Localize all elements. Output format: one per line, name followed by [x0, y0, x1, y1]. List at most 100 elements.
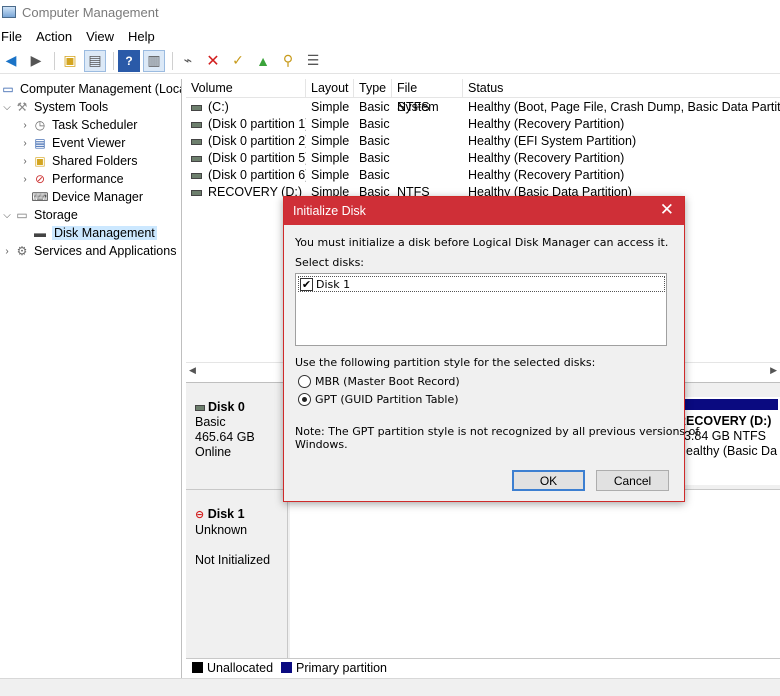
menu-action[interactable]: Action — [29, 29, 79, 44]
initialize-disk-dialog: Initialize Disk ✕ You must initialize a … — [283, 196, 699, 502]
search-icon[interactable]: ⚲ — [277, 50, 299, 72]
type-cell: Basic — [359, 168, 390, 182]
disk-item-label: Disk 1 — [316, 277, 351, 291]
list-view-icon[interactable]: ☰ — [302, 50, 324, 72]
tree-label: Shared Folders — [52, 154, 138, 168]
disk-1-label[interactable]: ⊖ Disk 1 Unknown Not Initialized — [186, 489, 288, 659]
layout-cell: Simple — [311, 151, 350, 165]
up-icon[interactable]: ▲ — [252, 50, 274, 72]
volume-cell: (Disk 0 partition 5) — [186, 150, 306, 167]
type-cell: Basic — [359, 100, 390, 114]
navigation-tree: ▭ Computer Management (Local ⌵ ⚒ System … — [0, 79, 182, 696]
event-viewer-icon: ▤ — [34, 136, 46, 150]
chevron-down-icon[interactable]: ⌵ — [0, 210, 14, 221]
disk-1-checkbox[interactable]: ✔ — [300, 277, 313, 291]
column-type[interactable]: Type — [354, 79, 392, 97]
dialog-title: Initialize Disk — [293, 204, 366, 218]
disk-error-icon: ⊖ — [195, 509, 205, 521]
menu-file[interactable]: File — [0, 29, 29, 44]
table-row[interactable]: (Disk 0 partition 2) Simple Basic Health… — [186, 133, 780, 150]
chevron-right-icon[interactable]: › — [18, 138, 32, 149]
clock-icon: ◷ — [34, 118, 46, 132]
column-file-system[interactable]: File System — [392, 79, 463, 114]
tree-item-event-viewer[interactable]: › ▤ Event Viewer — [18, 134, 125, 152]
column-layout[interactable]: Layout — [306, 79, 354, 97]
column-volume[interactable]: Volume — [186, 79, 306, 97]
tree-item-services-and-applications[interactable]: › ⚙ Services and Applications — [0, 242, 176, 260]
legend-unallocated: Unallocated — [207, 660, 274, 675]
disk-0-label[interactable]: Disk 0 Basic 465.64 GB Online — [186, 383, 288, 489]
volume-name: (Disk 0 partition 2) — [208, 134, 306, 148]
help-icon[interactable]: ? — [118, 49, 140, 72]
tree-label: Storage — [34, 208, 78, 222]
services-icon: ⚙ — [16, 244, 28, 258]
toolbar-separator — [172, 51, 173, 70]
toolbar-separator — [54, 51, 55, 70]
tree-item-computer-management[interactable]: ▭ Computer Management (Local — [0, 80, 182, 98]
tree-item-device-manager[interactable]: ⌨ Device Manager — [31, 188, 143, 206]
table-row[interactable]: (C:) Simple Basic NTFS Healthy (Boot, Pa… — [186, 99, 780, 116]
table-row[interactable]: (Disk 0 partition 6) Simple Basic Health… — [186, 167, 780, 184]
disk-1-title: ⊖ Disk 1 — [195, 507, 287, 523]
volume-cell: (Disk 0 partition 6) — [186, 167, 306, 184]
back-arrow-icon[interactable]: ◀ — [0, 50, 22, 72]
disk-listbox[interactable]: ✔ Disk 1 — [295, 273, 667, 346]
list-item[interactable]: ✔ Disk 1 — [298, 276, 665, 292]
disk-0-type: Basic — [195, 415, 226, 429]
disk-1-area[interactable] — [290, 489, 780, 659]
column-status[interactable]: Status — [463, 79, 780, 97]
scroll-right-icon[interactable]: ▶ — [770, 365, 777, 376]
drive-icon — [191, 189, 202, 196]
close-icon[interactable]: ✕ — [660, 201, 674, 219]
drive-icon — [191, 138, 202, 145]
scroll-left-icon[interactable]: ◀ — [189, 365, 196, 376]
connect-icon[interactable]: ⌁ — [177, 50, 199, 72]
tree-label: Disk Management — [52, 226, 157, 240]
disk-1-state: Not Initialized — [195, 553, 271, 567]
disk-management-icon: ▬ — [34, 226, 46, 240]
properties-icon[interactable]: ✓ — [227, 50, 249, 72]
tree-item-system-tools[interactable]: ⌵ ⚒ System Tools — [0, 98, 108, 116]
primary-partition-bar — [681, 399, 778, 410]
gpt-radio[interactable] — [298, 393, 311, 406]
tree-item-performance[interactable]: › ⊘ Performance — [18, 170, 123, 188]
tree-label: Computer Management (Local — [20, 82, 182, 96]
chevron-right-icon[interactable]: › — [18, 156, 32, 167]
cancel-button[interactable]: Cancel — [596, 470, 669, 491]
status-cell: Healthy (Recovery Partition) — [468, 168, 625, 182]
menu-view[interactable]: View — [79, 29, 121, 44]
disk-0-size: 465.64 GB — [195, 430, 255, 444]
volume-cell: (Disk 0 partition 1) — [186, 116, 306, 133]
chevron-right-icon[interactable]: › — [0, 246, 14, 257]
action-pane-icon[interactable]: ▥ — [143, 49, 165, 72]
tree-item-shared-folders[interactable]: › ▣ Shared Folders — [18, 152, 137, 170]
table-row[interactable]: (Disk 0 partition 5) Simple Basic Health… — [186, 150, 780, 167]
type-cell: Basic — [359, 117, 390, 131]
computer-icon: ▭ — [2, 82, 14, 96]
gpt-option[interactable]: GPT (GUID Partition Table) — [298, 393, 459, 406]
title-bar: Computer Management — [0, 0, 780, 24]
tree-item-storage[interactable]: ⌵ ▭ Storage — [0, 206, 78, 224]
menu-help[interactable]: Help — [121, 29, 162, 44]
chevron-right-icon[interactable]: › — [18, 174, 32, 185]
fs-cell — [392, 167, 463, 184]
mbr-radio[interactable] — [298, 375, 311, 388]
fs-cell: NTFS — [397, 100, 430, 114]
chevron-right-icon[interactable]: › — [18, 120, 32, 131]
forward-arrow-icon[interactable]: ▶ — [25, 50, 47, 72]
mbr-option[interactable]: MBR (Master Boot Record) — [298, 375, 460, 388]
delete-icon[interactable]: ✕ — [202, 50, 224, 72]
tree-label: System Tools — [34, 100, 109, 114]
tree-item-disk-management[interactable]: ▬ Disk Management — [32, 224, 157, 242]
show-hide-tree-icon[interactable]: ▤ — [84, 49, 106, 72]
gpt-note-line2: Windows. — [295, 438, 348, 451]
window-title: Computer Management — [22, 4, 159, 20]
table-row[interactable]: (Disk 0 partition 1) Simple Basic Health… — [186, 116, 780, 133]
status-cell: Healthy (EFI System Partition) — [468, 134, 637, 148]
recovery-partition[interactable]: RECOVERY (D:) 23.84 GB NTFS Healthy (Bas… — [680, 397, 780, 485]
ok-button[interactable]: OK — [512, 470, 585, 491]
tree-item-task-scheduler[interactable]: › ◷ Task Scheduler — [18, 116, 137, 134]
tree-label: Event Viewer — [52, 136, 126, 150]
up-folder-icon[interactable]: ▣ — [59, 50, 81, 72]
chevron-down-icon[interactable]: ⌵ — [0, 102, 14, 113]
